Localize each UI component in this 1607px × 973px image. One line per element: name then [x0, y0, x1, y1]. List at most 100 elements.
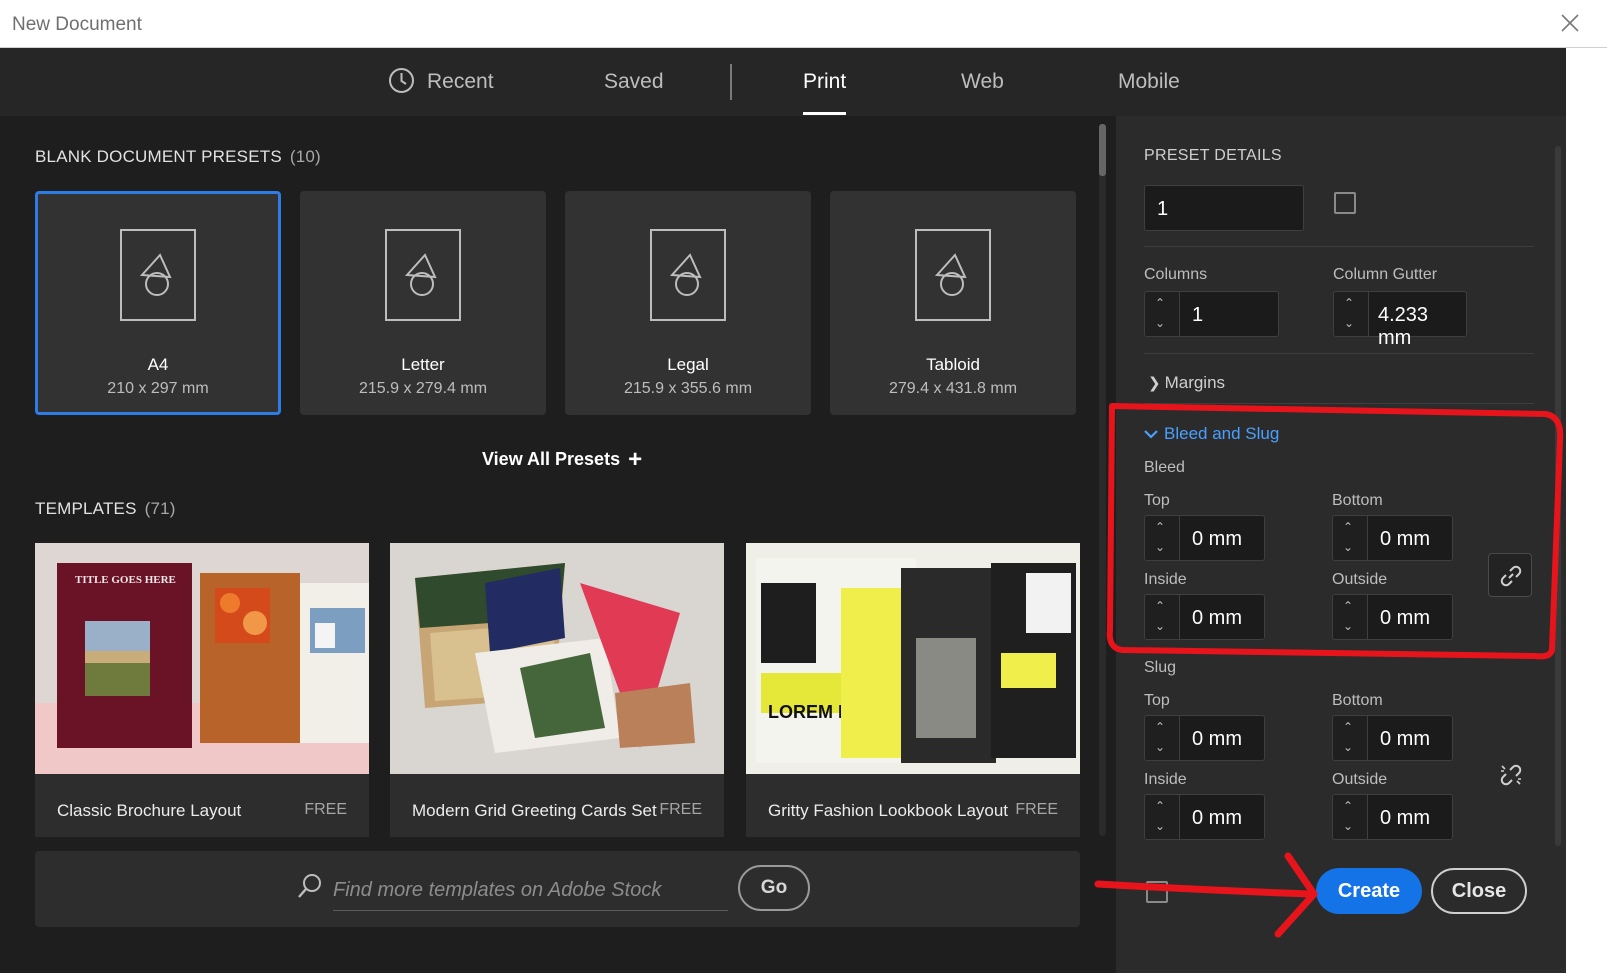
slug-outside-stepper[interactable]: ⌃ ⌄	[1332, 794, 1368, 840]
presets-scrollbar[interactable]	[1099, 124, 1106, 836]
bleed-outside-field[interactable]: 0 mm	[1367, 594, 1453, 640]
bleed-inside-stepper[interactable]: ⌃ ⌄	[1144, 594, 1180, 640]
go-button[interactable]: Go	[738, 865, 810, 911]
slug-top-label: Top	[1144, 692, 1170, 709]
margins-label: Margins	[1164, 373, 1226, 392]
templates-heading-text: TEMPLATES	[35, 499, 137, 518]
tab-saved[interactable]: Saved	[604, 70, 664, 114]
chevron-up-icon[interactable]: ⌃	[1343, 799, 1353, 813]
chevron-down-icon[interactable]: ⌄	[1343, 540, 1353, 554]
link-icon	[1500, 565, 1522, 587]
close-icon[interactable]	[1559, 12, 1581, 34]
presets-heading-text: BLANK DOCUMENT PRESETS	[35, 147, 282, 166]
columns-label: Columns	[1144, 266, 1208, 283]
presets-heading: BLANK DOCUMENT PRESETS (10)	[35, 147, 321, 167]
tab-web[interactable]: Web	[961, 70, 1004, 114]
chevron-down-icon[interactable]: ⌄	[1155, 540, 1165, 554]
bleed-slug-accordion[interactable]: Bleed and Slug	[1144, 424, 1279, 444]
columns-field[interactable]: 1	[1179, 291, 1279, 337]
chevron-up-icon[interactable]: ⌃	[1344, 296, 1354, 310]
template-card[interactable]: TITLE GOES HERE Classic Brochure Layout …	[35, 543, 369, 837]
columns-stepper[interactable]: ⌃ ⌄	[1144, 291, 1180, 337]
bleed-inside-field[interactable]: 0 mm	[1179, 594, 1265, 640]
slug-bottom-stepper[interactable]: ⌃ ⌄	[1332, 715, 1368, 761]
chevron-up-icon[interactable]: ⌃	[1155, 799, 1165, 813]
chevron-down-icon[interactable]: ⌄	[1155, 316, 1165, 330]
chevron-down-icon[interactable]: ⌄	[1155, 819, 1165, 833]
bleed-bottom-field[interactable]: 0 mm	[1367, 515, 1453, 561]
slug-outside-field[interactable]: 0 mm	[1367, 794, 1453, 840]
slug-top-value: 0 mm	[1192, 728, 1242, 750]
chevron-down-icon[interactable]: ⌄	[1343, 619, 1353, 633]
preview-checkbox[interactable]	[1146, 881, 1168, 903]
facing-pages-checkbox[interactable]	[1334, 192, 1356, 214]
chevron-up-icon[interactable]: ⌃	[1155, 520, 1165, 534]
preset-details-heading: PRESET DETAILS	[1144, 147, 1282, 164]
template-price: FREE	[1015, 801, 1058, 818]
details-scrollbar[interactable]	[1555, 146, 1561, 846]
chevron-up-icon[interactable]: ⌃	[1155, 296, 1165, 310]
template-thumbnail: LOREM IP	[746, 543, 1080, 774]
stock-search-input[interactable]	[333, 871, 728, 911]
chevron-up-icon[interactable]: ⌃	[1155, 599, 1165, 613]
slug-inside-stepper[interactable]: ⌃ ⌄	[1144, 794, 1180, 840]
gutter-field[interactable]: 4.233 mm	[1368, 291, 1467, 349]
bleed-top-label: Top	[1144, 492, 1170, 509]
preset-letter[interactable]: Letter 215.9 x 279.4 mm	[300, 191, 546, 415]
margins-accordion[interactable]: ❯ Margins	[1148, 373, 1225, 393]
chevron-down-icon[interactable]: ⌄	[1343, 740, 1353, 754]
document-icon	[120, 229, 196, 321]
chevron-down-icon[interactable]: ⌄	[1155, 740, 1165, 754]
template-card[interactable]: Modern Grid Greeting Cards Set FREE	[390, 543, 724, 837]
bleed-outside-stepper[interactable]: ⌃ ⌄	[1332, 594, 1368, 640]
unlink-icon[interactable]	[1498, 762, 1524, 788]
bleed-bottom-stepper[interactable]: ⌃ ⌄	[1332, 515, 1368, 561]
close-button[interactable]: Close	[1431, 868, 1527, 914]
gutter-value: 4.233 mm	[1378, 304, 1429, 349]
search-icon	[298, 874, 321, 898]
preset-size: 215.9 x 355.6 mm	[623, 380, 753, 397]
slug-bottom-label: Bottom	[1332, 692, 1383, 709]
chevron-up-icon[interactable]: ⌃	[1155, 720, 1165, 734]
tab-print[interactable]: Print	[803, 70, 847, 115]
chevron-right-icon: ❯	[1148, 375, 1161, 392]
clock-icon	[389, 67, 414, 93]
view-all-presets-link[interactable]: View All Presets +	[482, 446, 642, 474]
scrollbar-thumb[interactable]	[1099, 124, 1106, 176]
column-gutter-label: Column Gutter	[1333, 266, 1438, 283]
template-price: FREE	[304, 801, 347, 818]
preset-legal[interactable]: Legal 215.9 x 355.6 mm	[565, 191, 811, 415]
tab-mobile[interactable]: Mobile	[1118, 70, 1180, 114]
template-card[interactable]: LOREM IP Gritty Fashion Lookbook Layout …	[746, 543, 1080, 837]
preset-tabloid[interactable]: Tabloid 279.4 x 431.8 mm	[830, 191, 1076, 415]
chevron-up-icon[interactable]: ⌃	[1343, 520, 1353, 534]
preset-a4[interactable]: A4 210 x 297 mm	[35, 191, 281, 415]
slug-inside-field[interactable]: 0 mm	[1179, 794, 1265, 840]
chevron-down-icon[interactable]: ⌄	[1344, 316, 1354, 330]
create-button[interactable]: Create	[1316, 868, 1422, 914]
template-thumbnail	[390, 543, 724, 774]
bleed-top-field[interactable]: 0 mm	[1179, 515, 1265, 561]
chevron-down-icon[interactable]: ⌄	[1155, 619, 1165, 633]
template-thumbnail: TITLE GOES HERE	[35, 543, 369, 774]
slug-top-field[interactable]: 0 mm	[1179, 715, 1265, 761]
chevron-down-icon[interactable]: ⌄	[1343, 819, 1353, 833]
bleed-bottom-value: 0 mm	[1380, 528, 1430, 550]
bleed-label: Bleed	[1144, 459, 1185, 476]
window-title: New Document	[12, 14, 142, 35]
gutter-stepper[interactable]: ⌃ ⌄	[1333, 291, 1369, 337]
chevron-up-icon[interactable]: ⌃	[1343, 720, 1353, 734]
preset-name: A4	[147, 355, 169, 374]
chevron-up-icon[interactable]: ⌃	[1343, 599, 1353, 613]
pages-field[interactable]: 1	[1144, 185, 1304, 231]
tab-divider	[730, 64, 732, 100]
bleed-inside-value: 0 mm	[1192, 607, 1242, 629]
slug-top-stepper[interactable]: ⌃ ⌄	[1144, 715, 1180, 761]
templates-count: (71)	[144, 499, 176, 518]
bleed-link-button[interactable]	[1488, 553, 1532, 597]
slug-bottom-field[interactable]: 0 mm	[1367, 715, 1453, 761]
bleed-top-stepper[interactable]: ⌃ ⌄	[1144, 515, 1180, 561]
bleed-bottom-label: Bottom	[1332, 492, 1383, 509]
slug-outside-label: Outside	[1332, 771, 1388, 788]
tab-recent[interactable]: Recent	[388, 67, 494, 114]
